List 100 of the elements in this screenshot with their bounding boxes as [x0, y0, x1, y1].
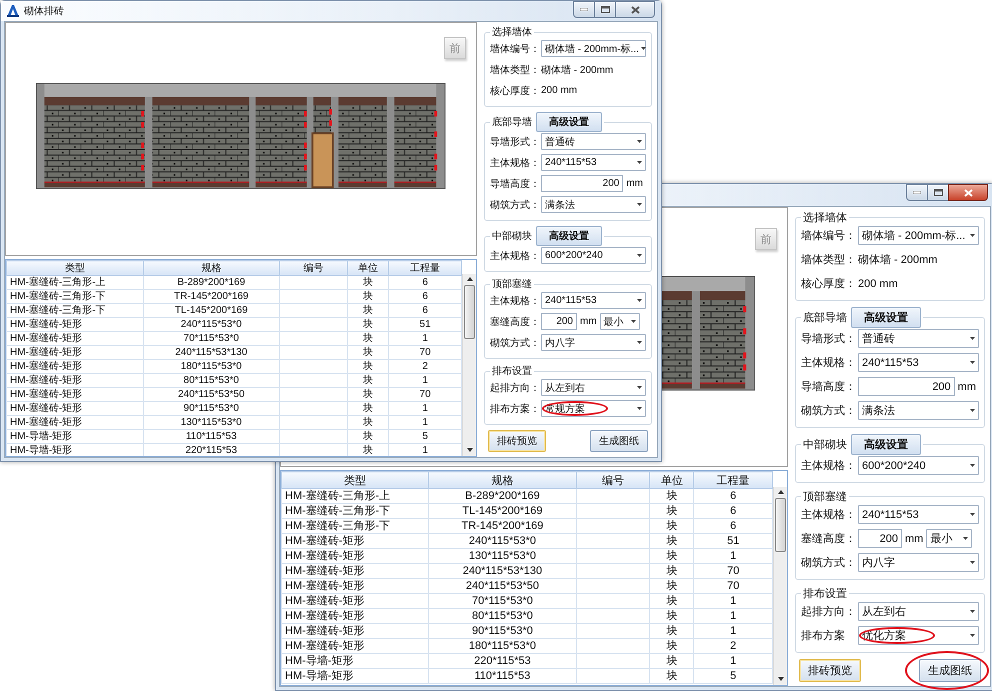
caret-icon	[630, 320, 636, 323]
dropdown[interactable]: 600*200*240	[858, 456, 979, 475]
dropdown[interactable]: 普通砖	[541, 133, 646, 150]
column-header[interactable]: 规格	[428, 472, 576, 488]
column-header[interactable]: 类型	[282, 472, 429, 488]
close-button[interactable]	[948, 184, 988, 201]
caret-icon	[970, 513, 975, 516]
table-cell: 块	[348, 416, 389, 430]
dropdown[interactable]: 普通砖	[858, 329, 979, 348]
scrollbar[interactable]	[462, 274, 476, 456]
caret-icon	[970, 610, 975, 613]
table-cell: 6	[694, 488, 772, 504]
dropdown[interactable]: 从左到右	[541, 379, 646, 396]
field-label: 排布方案：	[490, 402, 541, 416]
table-cell: 130*115*53*0	[143, 416, 280, 430]
field-label: 导墙形式：	[801, 332, 857, 346]
input-field[interactable]: 200	[858, 377, 955, 396]
unit-label: mm	[905, 532, 924, 544]
table-cell: 块	[650, 488, 694, 504]
minimize-button[interactable]	[573, 1, 595, 18]
field-label: 起排方向：	[801, 604, 857, 619]
column-header[interactable]: 单位	[348, 260, 389, 276]
caret-icon	[637, 341, 642, 344]
column-header[interactable]: 规格	[143, 260, 280, 276]
table-cell: 240*115*53*0	[428, 534, 576, 548]
dropdown[interactable]: 最小	[926, 529, 972, 548]
caret-icon	[970, 409, 975, 412]
table-cell: 70*115*53*0	[143, 332, 280, 346]
column-header[interactable]: 工程量	[694, 472, 772, 488]
dropdown[interactable]: 从左到右	[858, 602, 979, 621]
input-field[interactable]: 200	[541, 175, 624, 192]
dropdown[interactable]: 最小	[600, 313, 640, 330]
table-cell: 1	[694, 654, 772, 668]
group-title: 底部导墙	[803, 310, 847, 325]
field-label: 起排方向：	[490, 382, 541, 394]
advanced-settings-button[interactable]: 高级设置	[851, 434, 921, 455]
table-cell: 6	[388, 290, 462, 304]
field-label: 主体规格：	[801, 458, 857, 473]
maximize-button[interactable]	[594, 1, 616, 18]
minimize-icon	[580, 8, 588, 11]
action-button[interactable]: 生成图纸	[919, 659, 981, 682]
field-label: 导墙高度：	[490, 178, 541, 190]
unit-label: mm	[580, 316, 597, 327]
minimize-button[interactable]	[906, 184, 928, 201]
dropdown[interactable]: 240*115*53	[858, 505, 979, 524]
column-header[interactable]: 编号	[280, 260, 348, 276]
dropdown[interactable]: 满条法	[858, 401, 979, 420]
dropdown[interactable]: 240*115*53	[541, 154, 646, 171]
dropdown[interactable]: 砌体墙 - 200mm-标...	[541, 40, 646, 57]
scrollbar[interactable]	[773, 487, 787, 685]
action-button[interactable]: 排砖预览	[488, 430, 546, 452]
table-cell: HM-塞缝砖-矩形	[282, 534, 429, 548]
dropdown[interactable]: 内八字	[858, 553, 979, 572]
dropdown[interactable]: 240*115*53	[541, 292, 646, 309]
close-button[interactable]	[615, 1, 655, 18]
advanced-settings-button[interactable]: 高级设置	[851, 307, 921, 328]
column-header[interactable]: 工程量	[388, 260, 462, 276]
table-cell: HM-塞缝砖-矩形	[282, 624, 429, 638]
column-header[interactable]: 编号	[576, 472, 650, 488]
table-cell: HM-塞缝砖-三角形-上	[282, 488, 429, 504]
field-label: 主体规格：	[801, 356, 857, 370]
column-header[interactable]: 单位	[650, 472, 694, 488]
table-cell: 180*115*53*0	[428, 638, 576, 654]
caret-icon	[637, 161, 642, 164]
caret-icon	[970, 234, 975, 237]
advanced-settings-button[interactable]: 高级设置	[536, 226, 602, 246]
dropdown[interactable]: 内八字	[541, 334, 646, 351]
table-cell: 240*115*53*0	[143, 318, 280, 332]
group-title: 排布设置	[492, 364, 532, 378]
maximize-icon	[600, 6, 610, 13]
dropdown[interactable]: 满条法	[541, 196, 646, 213]
field-label: 主体规格：	[490, 250, 541, 262]
action-button[interactable]: 排砖预览	[799, 659, 861, 682]
table-cell: HM-导墙-矩形	[282, 668, 429, 684]
action-button[interactable]: 生成图纸	[590, 430, 648, 452]
table-cell: 240*115*53*130	[143, 346, 280, 360]
field-label: 塞缝高度：	[490, 316, 541, 328]
table-cell: TR-145*200*169	[143, 290, 280, 304]
table-cell: 块	[348, 346, 389, 360]
column-header[interactable]: 类型	[6, 260, 143, 276]
table-cell: 180*115*53*0	[143, 360, 280, 374]
field-label: 核心厚度：	[801, 276, 857, 291]
dropdown[interactable]: 600*200*240	[541, 247, 646, 264]
maximize-icon	[934, 189, 942, 196]
field-label: 砌筑方式：	[801, 404, 857, 418]
field-label: 排布方案	[801, 628, 846, 643]
field-label: 墙体编号：	[490, 42, 541, 56]
table-cell: 90*115*53*0	[143, 402, 280, 416]
advanced-settings-button[interactable]: 高级设置	[536, 112, 602, 132]
maximize-button[interactable]	[927, 184, 949, 201]
input-field[interactable]: 200	[541, 313, 577, 330]
group-title: 顶部塞缝	[492, 278, 532, 291]
table-cell: TL-145*200*169	[143, 304, 280, 318]
table-cell: HM-导墙-矩形	[6, 444, 143, 456]
group-title: 排布设置	[803, 587, 847, 601]
table-cell: 90*115*53*0	[428, 624, 576, 638]
table-cell: 51	[694, 534, 772, 548]
input-field[interactable]: 200	[858, 529, 902, 548]
dropdown[interactable]: 砌体墙 - 200mm-标...	[858, 226, 979, 245]
dropdown[interactable]: 240*115*53	[858, 353, 979, 372]
